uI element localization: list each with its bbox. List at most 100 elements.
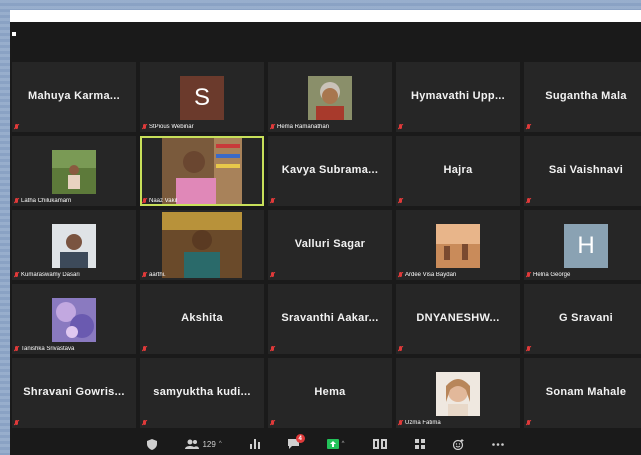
- tile-footer: [14, 420, 134, 426]
- participant-label: Hema Ramanathan: [277, 124, 330, 130]
- participant-tile[interactable]: Latha Chilukamarri: [12, 136, 136, 206]
- participant-tile[interactable]: Sonam Mahale: [524, 358, 641, 428]
- tile-footer: [270, 420, 390, 426]
- participants-count: 129: [202, 439, 216, 449]
- participant-tile[interactable]: Hema Ramanathan: [268, 62, 392, 132]
- meeting-window: Mahuya Karma... S StPious Webinar Hema Rama…: [10, 22, 641, 455]
- profile-photo: [52, 224, 96, 268]
- record-button[interactable]: [372, 439, 387, 449]
- tile-footer: [398, 124, 518, 130]
- tile-footer: Naaz Vakil: [142, 198, 262, 204]
- participant-name: Sai Vaishnavi: [548, 164, 624, 176]
- tile-footer: [526, 420, 641, 426]
- participant-tile[interactable]: Akshita: [140, 284, 264, 354]
- participant-tile[interactable]: S StPious Webinar: [140, 62, 264, 132]
- mic-muted-icon: [142, 124, 147, 130]
- share-screen-button[interactable]: ^: [326, 439, 345, 449]
- participant-label: StPious Webinar: [149, 124, 194, 130]
- participant-label: aarthi.: [149, 272, 166, 278]
- participant-name: Hema: [314, 386, 346, 398]
- tile-footer: [526, 198, 641, 204]
- participant-name: Mahuya Karma...: [28, 90, 120, 102]
- participant-label: Uzma Fatima: [405, 420, 441, 426]
- participant-tile[interactable]: Sravanthi Aakar...: [268, 284, 392, 354]
- participant-label: Naaz Vakil: [149, 198, 178, 204]
- participant-name: Hajra: [443, 164, 473, 176]
- participant-tile[interactable]: Kavya Subrama...: [268, 136, 392, 206]
- participant-label: Latha Chilukamarri: [21, 198, 72, 204]
- smiley-icon: [452, 438, 463, 450]
- participant-name: Akshita: [181, 312, 223, 324]
- participant-tile[interactable]: Sugantha Mala: [524, 62, 641, 132]
- mic-muted-icon: [526, 198, 531, 204]
- mic-muted-icon: [398, 198, 403, 204]
- participant-tile[interactable]: DNYANESHW...: [396, 284, 520, 354]
- participant-label: Tanishka Srivastava: [21, 346, 75, 352]
- mic-muted-icon: [398, 346, 403, 352]
- participant-label: Kumaraswamy Dasari: [21, 272, 80, 278]
- share-screen-icon: [326, 439, 339, 449]
- tile-footer: Tanishka Srivastava: [14, 346, 134, 352]
- participant-tile[interactable]: Naaz Vakil: [140, 136, 264, 206]
- participant-tile[interactable]: Hema: [268, 358, 392, 428]
- tile-footer: StPious Webinar: [142, 124, 262, 130]
- participant-tile[interactable]: Tanishka Srivastava: [12, 284, 136, 354]
- profile-photo: [52, 150, 96, 194]
- mic-muted-icon: [14, 198, 19, 204]
- mic-muted-icon: [142, 272, 147, 278]
- more-button[interactable]: [491, 442, 504, 446]
- participant-name: G Sravani: [558, 312, 614, 324]
- tile-footer: Latha Chilukamarri: [14, 198, 134, 204]
- participant-tile[interactable]: Hymavathi Upp...: [396, 62, 520, 132]
- reactions-button[interactable]: [452, 438, 464, 450]
- participant-tile[interactable]: Shravani Gowris...: [12, 358, 136, 428]
- participant-tile[interactable]: Ardee Visa Baydan: [396, 210, 520, 280]
- security-button[interactable]: [147, 438, 158, 450]
- mic-muted-icon: [398, 124, 403, 130]
- tile-footer: Hema Ramanathan: [270, 124, 390, 130]
- chevron-up-icon[interactable]: ^: [342, 441, 345, 447]
- mic-muted-icon: [526, 420, 531, 426]
- participant-name: Hymavathi Upp...: [410, 90, 506, 102]
- mic-muted-icon: [14, 346, 19, 352]
- mic-muted-icon: [14, 124, 19, 130]
- breakout-rooms-button[interactable]: [414, 439, 425, 449]
- mic-muted-icon: [526, 272, 531, 278]
- tile-footer: [398, 198, 518, 204]
- tile-footer: [142, 346, 262, 352]
- tile-footer: aarthi.: [142, 272, 262, 278]
- participant-tile[interactable]: Mahuya Karma...: [12, 62, 136, 132]
- chat-button[interactable]: 4: [287, 434, 305, 449]
- participant-tile[interactable]: Hajra: [396, 136, 520, 206]
- mic-muted-icon: [526, 124, 531, 130]
- participant-tile[interactable]: samyuktha kudi...: [140, 358, 264, 428]
- participant-tile[interactable]: Sai Vaishnavi: [524, 136, 641, 206]
- chevron-up-icon[interactable]: ^: [219, 441, 222, 447]
- mic-muted-icon: [270, 124, 275, 130]
- participant-label: Helna George: [533, 272, 571, 278]
- participant-tile[interactable]: Uzma Fatima: [396, 358, 520, 428]
- participant-tile[interactable]: Valluri Sagar: [268, 210, 392, 280]
- profile-photo: [436, 372, 480, 416]
- mic-muted-icon: [14, 420, 19, 426]
- participant-tile[interactable]: G Sravani: [524, 284, 641, 354]
- grid-icon: [414, 439, 425, 449]
- participants-button[interactable]: 129 ^: [185, 439, 222, 449]
- participant-name: Sugantha Mala: [545, 90, 627, 102]
- participant-name: Shravani Gowris...: [23, 386, 125, 398]
- profile-photo: [52, 298, 96, 342]
- video-feed: [162, 212, 242, 278]
- participant-tile[interactable]: aarthi.: [140, 210, 264, 280]
- mic-muted-icon: [270, 198, 275, 204]
- avatar: H: [564, 224, 608, 268]
- tile-footer: [526, 346, 641, 352]
- tile-footer: Ardee Visa Baydan: [398, 272, 518, 278]
- participant-name: DNYANESHW...: [416, 312, 500, 324]
- polls-button[interactable]: [249, 439, 260, 449]
- tile-footer: [270, 272, 390, 278]
- participant-tile[interactable]: H Helna George: [524, 210, 641, 280]
- chat-badge: 4: [295, 434, 305, 443]
- top-white-bar: [10, 10, 641, 22]
- participant-tile[interactable]: Kumaraswamy Dasari: [12, 210, 136, 280]
- tile-footer: [142, 420, 262, 426]
